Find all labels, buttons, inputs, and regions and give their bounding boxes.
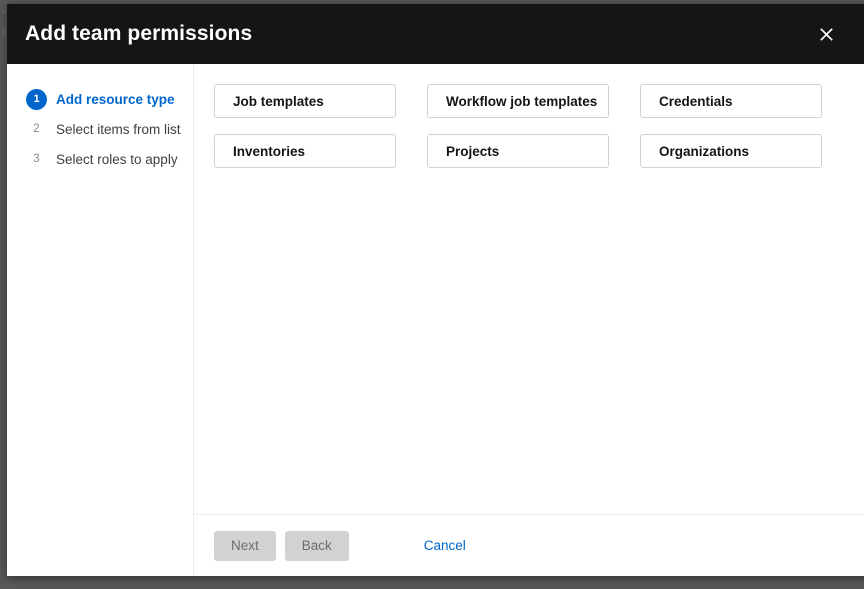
cancel-button[interactable]: Cancel	[424, 538, 466, 553]
resource-type-grid: Job templates Workflow job templates Cre…	[194, 64, 864, 514]
wizard-step-select-items-from-list[interactable]: 2 Select items from list	[7, 114, 193, 144]
close-icon[interactable]	[813, 21, 839, 47]
step-number-badge: 1	[26, 89, 47, 110]
resource-type-job-templates[interactable]: Job templates	[214, 84, 396, 118]
add-team-permissions-dialog: Add team permissions 1 Add resource type…	[7, 4, 864, 576]
resource-type-projects[interactable]: Projects	[427, 134, 609, 168]
wizard-step-label: Select items from list	[56, 122, 181, 137]
step-number-badge: 2	[26, 119, 47, 140]
next-button[interactable]: Next	[214, 531, 276, 561]
resource-type-workflow-job-templates[interactable]: Workflow job templates	[427, 84, 609, 118]
resource-type-credentials[interactable]: Credentials	[640, 84, 822, 118]
back-button[interactable]: Back	[285, 531, 349, 561]
dialog-header: Add team permissions	[7, 4, 864, 64]
wizard-content-pane: Job templates Workflow job templates Cre…	[194, 64, 864, 576]
wizard-nav: 1 Add resource type 2 Select items from …	[7, 64, 194, 576]
resource-type-organizations[interactable]: Organizations	[640, 134, 822, 168]
wizard-step-label: Select roles to apply	[56, 152, 178, 167]
resource-type-inventories[interactable]: Inventories	[214, 134, 396, 168]
wizard-step-select-roles-to-apply[interactable]: 3 Select roles to apply	[7, 144, 193, 174]
dialog-body: 1 Add resource type 2 Select items from …	[7, 64, 864, 576]
page-title: Add team permissions	[7, 22, 252, 46]
step-number-badge: 3	[26, 149, 47, 170]
wizard-step-add-resource-type[interactable]: 1 Add resource type	[7, 84, 193, 114]
dialog-footer: Next Back Cancel	[194, 514, 864, 576]
wizard-step-label: Add resource type	[56, 92, 175, 107]
